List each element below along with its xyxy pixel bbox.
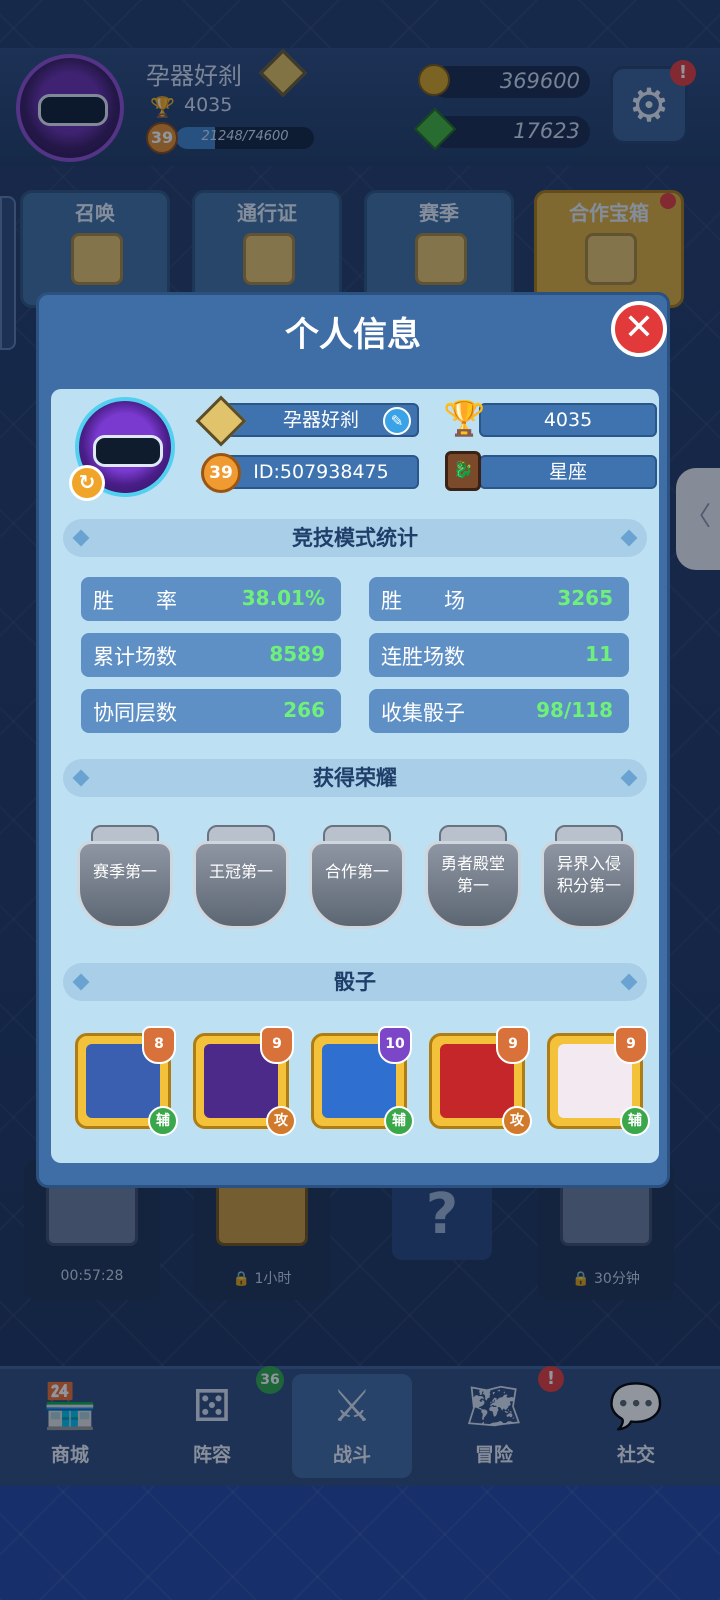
- dice-type-tag: 攻: [502, 1106, 532, 1136]
- dice-level-badge: 9: [260, 1026, 294, 1064]
- dice-type-tag: 辅: [148, 1106, 178, 1136]
- stat-label: 连胜场数: [381, 645, 465, 669]
- dice-card[interactable]: 9攻: [429, 1026, 532, 1136]
- section-title-honors: 获得荣耀: [313, 766, 397, 790]
- stat-value: 3265: [557, 586, 613, 610]
- close-button[interactable]: ✕: [611, 301, 667, 357]
- trophy-icon: 🏆: [443, 399, 486, 439]
- stat-win-rate: 胜 率 38.01%: [81, 577, 341, 621]
- dice-card[interactable]: 9攻: [193, 1026, 296, 1136]
- dice-level-badge: 8: [142, 1026, 176, 1064]
- honor-label: 勇者殿堂 第一: [440, 854, 505, 895]
- dice-level-badge: 10: [378, 1026, 412, 1064]
- profile-modal: 个人信息 ✕ ↻ 孕器好刹 ✎ 4035 🏆 ID:507938475 39 星…: [36, 292, 670, 1188]
- section-title-stats: 竞技模式统计: [292, 526, 418, 550]
- section-header-dice: 骰子: [63, 963, 647, 1001]
- dice-type-tag: 攻: [266, 1106, 296, 1136]
- change-avatar-icon[interactable]: ↻: [69, 465, 105, 501]
- stat-win-streak: 连胜场数 11: [369, 633, 629, 677]
- stat-label: 收集骰子: [381, 701, 465, 725]
- dice-level-badge: 9: [614, 1026, 648, 1064]
- stat-coop-floors: 协同层数 266: [81, 689, 341, 733]
- dragon-emblem-icon: 🐉: [445, 451, 481, 491]
- dice-type-tag: 辅: [384, 1106, 414, 1136]
- dice-card[interactable]: 10 辅: [311, 1026, 414, 1136]
- section-header-stats: 竞技模式统计: [63, 519, 647, 557]
- stat-label: 协同层数: [93, 701, 177, 725]
- honor-badge[interactable]: 王冠第一: [189, 825, 293, 937]
- dice-level-badge: 9: [496, 1026, 530, 1064]
- stat-dice-collected: 收集骰子 98/118: [369, 689, 629, 733]
- honor-label: 赛季第一: [92, 862, 157, 881]
- profile-panel: ↻ 孕器好刹 ✎ 4035 🏆 ID:507938475 39 星座 🐉 竞技模…: [51, 389, 659, 1163]
- honor-label: 王冠第一: [208, 862, 273, 881]
- modal-title: 个人信息: [285, 315, 421, 355]
- profile-trophy-field: 4035: [479, 403, 657, 437]
- level-badge: 39: [201, 453, 241, 493]
- honor-label: 合作第一: [324, 862, 389, 881]
- stat-value: 11: [585, 642, 613, 666]
- constellation-field[interactable]: 星座: [479, 455, 657, 489]
- honor-badge[interactable]: 异界入侵 积分第一: [537, 825, 641, 937]
- stat-label: 累计场数: [93, 645, 177, 669]
- stat-label: 胜 率: [93, 589, 177, 613]
- honor-badge[interactable]: 勇者殿堂 第一: [421, 825, 525, 937]
- dice-card[interactable]: 8辅: [75, 1026, 178, 1136]
- stat-wins: 胜 场 3265: [369, 577, 629, 621]
- stat-value: 8589: [269, 642, 325, 666]
- player-id-field: ID:507938475: [223, 455, 419, 489]
- stat-total-games: 累计场数 8589: [81, 633, 341, 677]
- honor-badge[interactable]: 合作第一: [305, 825, 409, 937]
- stat-label: 胜 场: [381, 589, 465, 613]
- section-header-honors: 获得荣耀: [63, 759, 647, 797]
- stat-value: 266: [283, 698, 325, 722]
- honor-label: 异界入侵 积分第一: [556, 854, 621, 895]
- edit-name-icon[interactable]: ✎: [383, 407, 411, 435]
- stat-value: 38.01%: [241, 586, 325, 610]
- dice-type-tag: 辅: [620, 1106, 650, 1136]
- section-title-dice: 骰子: [334, 970, 376, 994]
- honor-badge[interactable]: 赛季第一: [73, 825, 177, 937]
- dice-card[interactable]: 9辅: [547, 1026, 650, 1136]
- stat-value: 98/118: [536, 698, 613, 722]
